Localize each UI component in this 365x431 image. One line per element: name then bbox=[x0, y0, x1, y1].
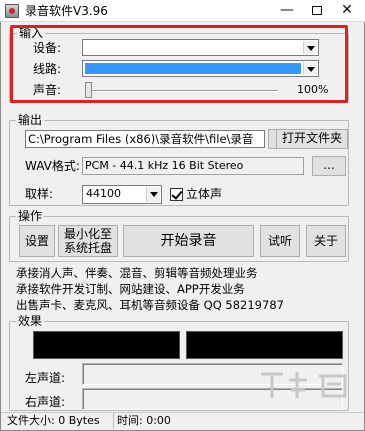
right-channel-label: 右声道: bbox=[25, 395, 66, 409]
chevron-down-icon[interactable] bbox=[146, 187, 160, 202]
stereo-label: 立体声 bbox=[186, 187, 223, 201]
settings-button[interactable]: 设置 bbox=[19, 225, 55, 257]
right-waveform-display bbox=[186, 331, 343, 359]
operation-group-label: 操作 bbox=[16, 209, 45, 223]
close-window-button[interactable]: ✕ bbox=[332, 0, 362, 22]
sample-rate-value: 44100 bbox=[86, 187, 121, 200]
highlight-box bbox=[10, 25, 348, 103]
status-file-size: 文件大小: 0 Bytes bbox=[7, 414, 100, 427]
sample-rate-label: 取样: bbox=[25, 187, 54, 201]
info-line-1: 承接消人声、伴奏、混音、剪辑等音频处理业务 bbox=[16, 266, 258, 280]
stereo-checkbox[interactable] bbox=[170, 188, 183, 201]
minimize-to-tray-line2: 系统托盘 bbox=[63, 241, 112, 255]
info-line-2: 承接软件开发订制、网站建设、APP开发业务 bbox=[16, 282, 245, 296]
window-title: 录音软件V3.96 bbox=[25, 4, 108, 18]
maximize-icon bbox=[312, 6, 322, 15]
about-button[interactable]: 关于 bbox=[306, 225, 346, 257]
watermark-logo bbox=[261, 372, 347, 398]
wav-format-label: WAV格式: bbox=[25, 159, 80, 173]
sample-rate-select[interactable]: 44100 bbox=[82, 185, 162, 204]
info-line-3: 出售声卡、麦克风、耳机等音频设备 QQ 58219787 bbox=[16, 298, 284, 312]
effects-group-label: 效果 bbox=[16, 314, 45, 328]
minimize-to-tray-line1: 最小化至 bbox=[63, 227, 112, 241]
open-folder-button[interactable]: 打开文件夹 bbox=[276, 129, 348, 149]
minimize-to-tray-button[interactable]: 最小化至 系统托盘 bbox=[58, 225, 118, 257]
status-time: 时间: 0:00 bbox=[113, 413, 363, 429]
listen-button[interactable]: 试听 bbox=[260, 225, 300, 257]
app-icon bbox=[5, 4, 19, 18]
wav-format-button[interactable]: ... bbox=[312, 156, 346, 176]
wav-format-field: PCM - 44.1 kHz 16 Bit Stereo bbox=[82, 157, 304, 175]
maximize-window-button[interactable] bbox=[302, 0, 332, 22]
start-recording-button[interactable]: 开始录音 bbox=[123, 225, 254, 257]
left-waveform-display bbox=[33, 331, 180, 359]
output-group-label: 输出 bbox=[16, 113, 45, 127]
left-channel-label: 左声道: bbox=[25, 371, 66, 385]
output-path-field[interactable]: C:\Program Files (x86)\录音软件\file\录音 bbox=[25, 130, 265, 148]
minimize-window-button[interactable]: — bbox=[272, 0, 302, 22]
